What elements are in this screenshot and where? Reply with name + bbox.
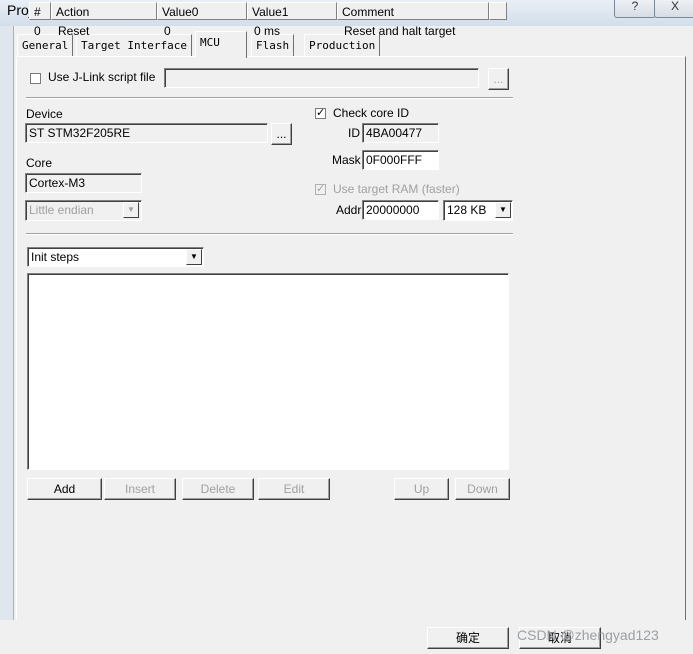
core-field: Cortex-M3: [25, 173, 142, 193]
move-up-button[interactable]: Up: [394, 478, 449, 500]
device-browse-button[interactable]: ...: [271, 123, 292, 145]
script-file-browse-button[interactable]: ...: [488, 68, 509, 90]
addr-input[interactable]: 20000000: [362, 200, 439, 220]
core-id-field: 4BA00477: [362, 123, 439, 143]
close-button[interactable]: X: [654, 0, 693, 18]
addr-label: Addr: [336, 203, 362, 217]
table-cell[interactable]: Reset and halt target: [340, 22, 455, 40]
edit-step-button[interactable]: Edit: [258, 478, 330, 500]
column-header[interactable]: Action: [51, 2, 157, 20]
script-file-checkbox[interactable]: [30, 73, 41, 84]
core-id-label: ID: [348, 126, 360, 140]
watermark: CSDN @zhengyad123: [517, 627, 659, 643]
check-core-id-label: Check core ID: [333, 106, 410, 120]
delete-step-button[interactable]: Delete: [182, 478, 254, 500]
steps-table[interactable]: [27, 273, 509, 470]
target-ram-label: Use target RAM (faster): [333, 182, 460, 196]
chevron-down-icon: ▼: [495, 202, 511, 218]
table-cell[interactable]: Reset: [54, 22, 89, 40]
table-cell[interactable]: 0 ms: [250, 22, 280, 40]
column-header[interactable]: Comment: [337, 2, 489, 20]
column-header-filler: [489, 2, 507, 20]
script-file-label: Use J-Link script file: [48, 70, 156, 84]
column-header[interactable]: Value1: [247, 2, 337, 20]
add-step-button[interactable]: Add: [27, 478, 102, 500]
tab-target-interface[interactable]: Target Interface: [76, 34, 192, 57]
script-file-input[interactable]: [164, 68, 479, 88]
mask-input[interactable]: 0F000FFF: [362, 150, 439, 170]
column-header[interactable]: Value0: [157, 2, 247, 20]
check-core-id-checkbox[interactable]: ✓: [315, 108, 326, 119]
table-cell[interactable]: 0: [30, 22, 41, 40]
ok-button[interactable]: 确定: [427, 627, 509, 649]
help-button[interactable]: ?: [614, 0, 656, 18]
separator: [26, 233, 513, 235]
move-down-button[interactable]: Down: [455, 478, 510, 500]
steps-select[interactable]: Init steps: [27, 247, 204, 267]
checkmark-icon: ✓: [316, 183, 326, 195]
endian-value: Little endian: [29, 203, 94, 217]
chevron-down-icon: ▼: [123, 202, 139, 218]
separator: [26, 97, 513, 99]
device-label: Device: [26, 107, 63, 121]
tab-mcu[interactable]: MCU: [195, 31, 247, 58]
target-ram-checkbox[interactable]: ✓: [315, 184, 326, 195]
device-field: ST STM32F205RE: [25, 123, 268, 143]
mask-label: Mask: [332, 153, 361, 167]
insert-step-button[interactable]: Insert: [104, 478, 176, 500]
steps-select-value: Init steps: [31, 250, 80, 264]
close-icon: X: [670, 0, 679, 13]
ram-size-value: 128 KB: [447, 203, 487, 217]
help-icon: ?: [631, 0, 639, 13]
checkmark-icon: ✓: [316, 107, 326, 119]
chevron-down-icon: ▼: [186, 249, 202, 265]
table-cell[interactable]: 0: [160, 22, 171, 40]
core-label: Core: [26, 156, 53, 170]
column-header[interactable]: #: [29, 2, 51, 20]
